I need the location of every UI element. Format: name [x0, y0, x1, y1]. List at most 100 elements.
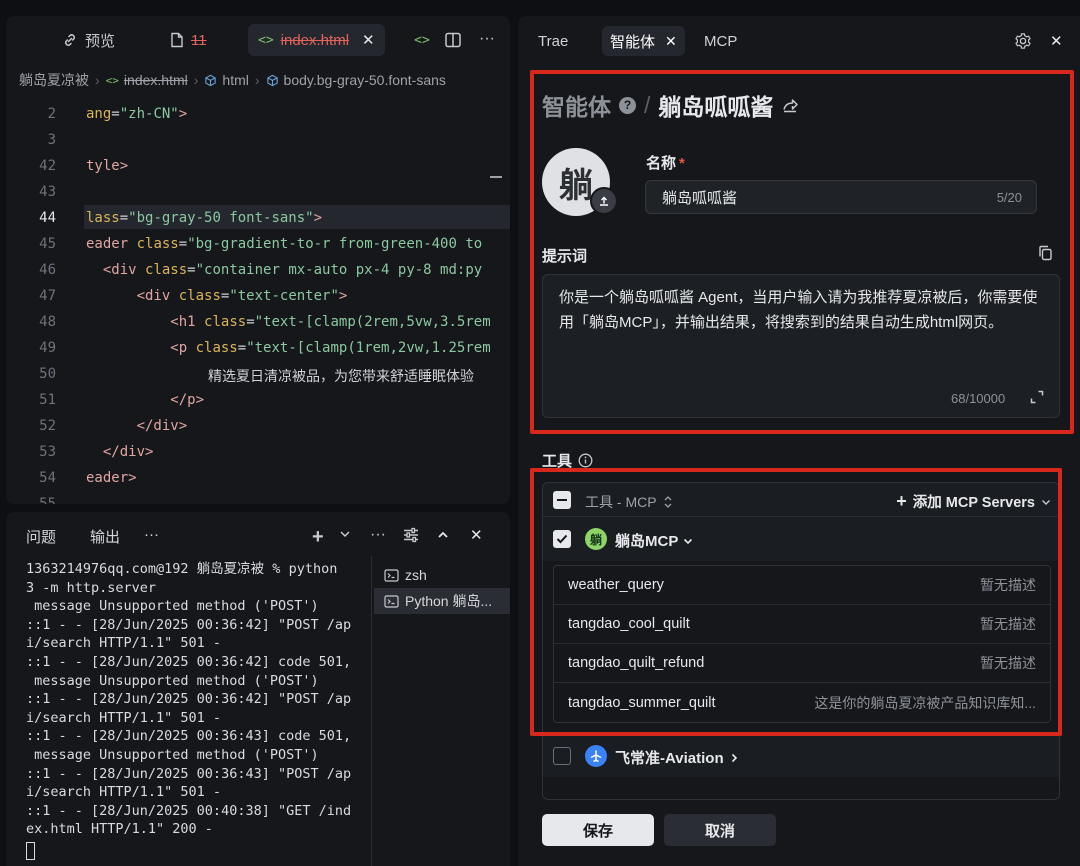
chevron-up-icon[interactable] [437, 529, 449, 541]
terminal-output[interactable]: 1363214976qq.com@192 躺岛夏凉被 % python 3 -m… [26, 560, 366, 839]
terminal-divider [371, 556, 372, 866]
terminal-line: ::1 - - [28/Jun/2025 00:36:43] "POST /ap [26, 765, 352, 782]
terminal-line: ::1 - - [28/Jun/2025 00:36:42] code 501, [26, 653, 352, 670]
tools-filter[interactable]: 工具 - MCP [585, 492, 673, 512]
code-line: <h1 class="text-[clamp(2rem,5vw,3.5rem [170, 314, 491, 330]
close-icon[interactable]: ✕ [362, 31, 375, 49]
terminal-session-python[interactable]: Python 躺岛... [374, 588, 510, 614]
server-name[interactable]: 躺岛MCP [615, 530, 693, 551]
line-number: 3 [47, 132, 56, 148]
name-input-value: 躺岛呱呱酱 [662, 189, 738, 207]
name-char-count: 5/20 [996, 189, 1022, 205]
tab-trae[interactable]: Trae [538, 26, 568, 56]
split-editor-icon[interactable] [444, 31, 462, 49]
terminal-line: ::1 - - [28/Jun/2025 00:40:38] "GET /ind [26, 802, 352, 819]
copy-icon[interactable] [1038, 245, 1053, 261]
name-label: 名称 * [646, 155, 685, 172]
breadcrumb-folder[interactable]: 躺岛夏凉被 [19, 70, 89, 90]
line-number: 43 [39, 184, 56, 200]
line-number: 47 [39, 288, 56, 304]
expand-icon[interactable] [1029, 389, 1045, 405]
form-footer: 保存 取消 [518, 800, 1080, 866]
more-icon[interactable]: ··· [370, 526, 386, 544]
line-number: 45 [39, 236, 56, 252]
breadcrumb-body[interactable]: body.bg-gray-50.font-sans [266, 72, 446, 88]
mcp-server-row[interactable]: 躺 躺岛MCP [543, 517, 1059, 561]
select-all-checkbox[interactable] [553, 491, 571, 509]
breadcrumb-separator: / [644, 91, 651, 118]
server-name[interactable]: 飞常准-Aviation [615, 747, 739, 768]
line-number: 49 [39, 340, 56, 356]
chevron-down-icon [683, 536, 693, 546]
breadcrumb-root[interactable]: 智能体 [542, 88, 611, 122]
line-number: 42 [39, 158, 56, 174]
tab-file-11[interactable]: 11 [170, 24, 207, 56]
code-line: <p class="text-[clamp(1rem,2vw,1.25rem [170, 340, 491, 356]
breadcrumb-separator: › [254, 72, 260, 88]
close-icon[interactable]: ✕ [470, 526, 483, 544]
save-button[interactable]: 保存 [542, 814, 654, 846]
line-number: 52 [39, 418, 56, 434]
tool-item[interactable]: weather_query 暂无描述 [554, 566, 1050, 605]
gear-icon[interactable] [1014, 32, 1032, 50]
more-icon[interactable]: ··· [478, 30, 496, 48]
tools-list: 工具 - MCP + 添加 MCP Servers 躺 躺岛MCP weathe… [542, 482, 1060, 800]
code-icon[interactable]: <> [414, 32, 430, 48]
upload-icon[interactable] [590, 187, 618, 215]
chevron-down-icon[interactable] [339, 528, 351, 540]
link-icon [62, 32, 78, 48]
tool-item[interactable]: tangdao_quilt_refund 暂无描述 [554, 644, 1050, 683]
server-checkbox[interactable] [553, 747, 571, 765]
settings-sliders-icon[interactable] [402, 527, 420, 543]
tab-file-11-label: 11 [191, 31, 207, 49]
breadcrumb-file[interactable]: <> index.html [106, 72, 188, 88]
file-icon [170, 32, 184, 48]
code-line: </p> [170, 392, 205, 408]
tab-output[interactable]: 输出 [90, 526, 120, 547]
close-icon[interactable]: ✕ [665, 33, 677, 50]
line-number: 55 [39, 496, 56, 504]
help-icon[interactable]: ? [619, 96, 636, 114]
line-number: 46 [39, 262, 56, 278]
server-checkbox[interactable] [553, 530, 571, 548]
name-input[interactable]: 躺岛呱呱酱 5/20 [645, 180, 1037, 214]
code-line: 精选夏日清凉被品，为您带来舒适睡眠体验 [208, 369, 474, 385]
info-icon[interactable] [578, 453, 593, 468]
tools-header: 工具 - MCP + 添加 MCP Servers [543, 483, 1059, 517]
code-line: <div class="text-center"> [136, 288, 348, 304]
terminal-line: i/search HTTP/1.1" 501 - [26, 784, 222, 801]
terminal-line: ::1 - - [28/Jun/2025 00:36:42] "POST /ap [26, 616, 352, 633]
code-line: </div> [136, 418, 188, 434]
tab-problems[interactable]: 问题 [26, 526, 56, 547]
terminal-line: ex.html HTTP/1.1" 200 - [26, 821, 213, 838]
code-line: tyle> [86, 158, 129, 174]
tab-index-html[interactable]: <> index.html ✕ [248, 24, 385, 56]
agent-panel: Trae 智能体 ✕ MCP ✕ 智能体 ? / 躺岛呱呱酱 躺 名称 * 躺岛呱… [518, 16, 1080, 866]
breadcrumb-html[interactable]: html [204, 72, 249, 88]
tool-item[interactable]: tangdao_summer_quilt 这是你的躺岛夏凉被产品知识库知... [554, 683, 1050, 722]
add-terminal-icon[interactable]: + [312, 526, 324, 549]
tools-label: 工具 [542, 450, 593, 471]
tab-mcp[interactable]: MCP [704, 26, 737, 56]
airplane-icon [585, 745, 607, 767]
mcp-tool-list: weather_query 暂无描述 tangdao_cool_quilt 暂无… [553, 565, 1051, 723]
minimap-indicator [490, 176, 502, 178]
tab-preview[interactable]: 预览 [62, 24, 115, 56]
terminal-line: 3 -m http.server [26, 579, 157, 596]
share-icon[interactable] [781, 96, 799, 114]
more-icon[interactable]: ··· [144, 526, 159, 543]
tab-agent[interactable]: 智能体 ✕ [602, 26, 685, 56]
terminal-icon [384, 594, 399, 608]
cancel-button[interactable]: 取消 [664, 814, 776, 846]
terminal-line: 1363214976qq.com@192 躺岛夏凉被 % python [26, 561, 338, 577]
terminal-line: i/search HTTP/1.1" 501 - [26, 709, 222, 726]
close-icon[interactable]: ✕ [1050, 32, 1063, 50]
terminal-line: message Unsupported method ('POST') [26, 598, 319, 615]
add-mcp-servers-button[interactable]: + 添加 MCP Servers [896, 491, 1051, 512]
line-number: 54 [39, 470, 56, 486]
terminal-line: message Unsupported method ('POST') [26, 746, 319, 763]
terminal-session-zsh[interactable]: zsh [374, 562, 510, 588]
tool-item[interactable]: tangdao_cool_quilt 暂无描述 [554, 605, 1050, 644]
prompt-textarea[interactable]: 你是一个躺岛呱呱酱 Agent，当用户输入请为我推荐夏凉被后，你需要使用「躺岛M… [542, 274, 1060, 418]
mcp-server-row[interactable]: 飞常准-Aviation [543, 733, 1059, 777]
